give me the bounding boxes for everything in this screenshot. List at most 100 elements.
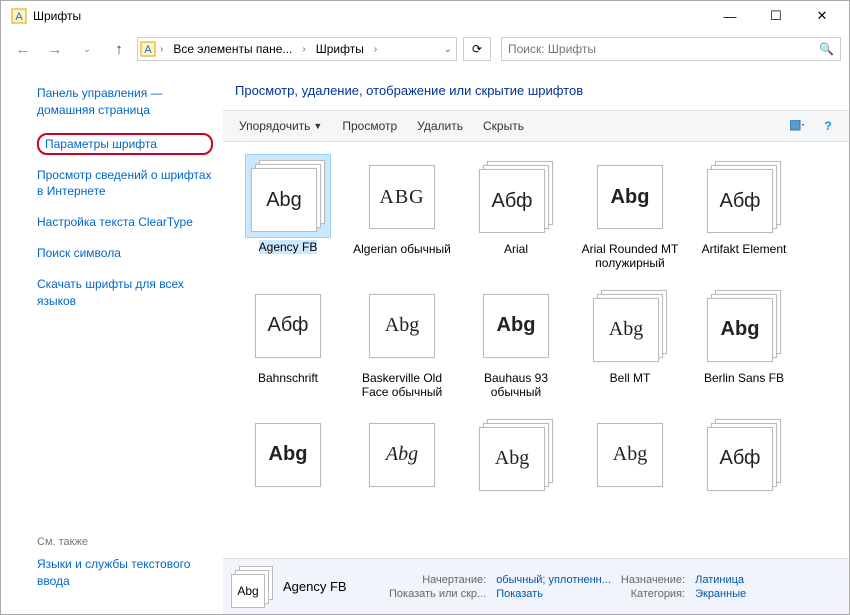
font-label: Artifakt Element — [702, 242, 787, 256]
font-preview-text: Abg — [269, 443, 308, 466]
font-item[interactable]: Abg — [573, 412, 687, 500]
chevron-down-icon: ▼ — [313, 121, 322, 131]
font-label: Berlin Sans FB — [704, 371, 784, 385]
details-font-name: Agency FB — [283, 579, 363, 594]
details-thumbnail: Abg — [231, 566, 273, 608]
minimize-button[interactable]: — — [707, 1, 753, 31]
sidebar-link-font-settings[interactable]: Параметры шрифта — [37, 133, 213, 155]
chevron-right-icon[interactable]: › — [300, 44, 307, 55]
font-preview-text: Abg — [613, 443, 647, 466]
address-dropdown-icon[interactable]: ⌄ — [442, 44, 454, 55]
font-item[interactable]: Abg Arial Rounded MT полужирный — [573, 154, 687, 271]
font-item[interactable]: Abg Berlin Sans FB — [687, 283, 801, 400]
refresh-button[interactable]: ⟳ — [463, 37, 491, 61]
chevron-right-icon[interactable]: › — [158, 44, 165, 55]
forward-button: → — [41, 35, 69, 63]
font-thumbnail: Абф — [251, 290, 325, 362]
sidebar-see-also-label: См. также — [37, 536, 213, 548]
chevron-right-icon[interactable]: › — [372, 44, 379, 55]
font-item[interactable]: Abg — [345, 412, 459, 500]
hide-button[interactable]: Скрыть — [475, 115, 532, 137]
font-thumbnail: Абф — [479, 161, 553, 233]
search-icon[interactable]: 🔍 — [819, 42, 834, 56]
font-thumbnail: Abg — [707, 290, 781, 362]
font-item[interactable]: Abg — [231, 412, 345, 500]
font-thumbnail: Abg — [593, 161, 667, 233]
font-preview-text: ABG — [379, 186, 424, 209]
font-preview-text: Абф — [719, 447, 760, 470]
font-preview-text: Abg — [385, 314, 419, 337]
font-item[interactable]: Абф Artifakt Element — [687, 154, 801, 271]
font-item[interactable]: Абф — [687, 412, 801, 500]
toolbar: Упорядочить▼ Просмотр Удалить Скрыть ? — [223, 110, 849, 142]
font-label: Arial — [504, 242, 528, 256]
font-preview-text: Abg — [266, 189, 302, 212]
svg-text:A: A — [144, 44, 152, 56]
font-preview-text: Abg — [721, 318, 760, 341]
font-label: Arial Rounded MT полужирный — [576, 242, 684, 271]
font-preview-text: Абф — [719, 190, 760, 213]
font-preview-text: Abg — [495, 447, 529, 470]
svg-text:A: A — [15, 11, 23, 23]
help-button[interactable]: ? — [815, 114, 841, 138]
breadcrumb-seg-2[interactable]: Шрифты — [310, 40, 370, 58]
font-thumbnail: Abg — [593, 419, 667, 491]
details-pane: Abg Agency FB Начертание: обычный; уплот… — [223, 558, 849, 614]
details-key: Начертание: — [389, 574, 486, 586]
font-grid: Abg Agency FB ABG Algerian обычный Абф Arial A… — [223, 142, 849, 558]
sidebar-link-download-all[interactable]: Скачать шрифты для всех языков — [37, 276, 213, 310]
sidebar: Панель управления — домашняя страница Па… — [1, 67, 223, 614]
font-item[interactable]: Abg Agency FB — [231, 154, 345, 271]
delete-button[interactable]: Удалить — [409, 115, 471, 137]
sidebar-link-info-online[interactable]: Просмотр сведений о шрифтах в Интернете — [37, 167, 213, 201]
back-button[interactable]: ← — [9, 35, 37, 63]
titlebar: A Шрифты — ☐ ✕ — [1, 1, 849, 31]
view-options-button[interactable] — [785, 114, 811, 138]
sidebar-link-text-services[interactable]: Языки и службы текстового ввода — [37, 556, 213, 590]
preview-button[interactable]: Просмотр — [334, 115, 405, 137]
font-item[interactable]: Абф Arial — [459, 154, 573, 271]
sidebar-link-home[interactable]: Панель управления — домашняя страница — [37, 85, 213, 119]
font-preview-text: Abg — [386, 443, 418, 466]
details-value: Показать — [496, 588, 611, 600]
font-item[interactable]: Abg — [459, 412, 573, 500]
font-item[interactable]: Abg Baskerville Old Face обычный — [345, 283, 459, 400]
up-button[interactable]: ↑ — [105, 35, 133, 63]
font-preview-text: Abg — [611, 186, 650, 209]
details-value: Латиница — [695, 574, 746, 586]
font-item[interactable]: ABG Algerian обычный — [345, 154, 459, 271]
font-thumbnail: Abg — [251, 160, 325, 232]
sidebar-link-find-char[interactable]: Поиск символа — [37, 245, 213, 262]
font-thumbnail: Abg — [251, 419, 325, 491]
organize-button[interactable]: Упорядочить▼ — [231, 115, 330, 137]
details-value: обычный; уплотненн... — [496, 574, 611, 586]
details-key: Категория: — [621, 588, 685, 600]
font-label: Baskerville Old Face обычный — [348, 371, 456, 400]
font-preview-text: Абф — [267, 314, 308, 337]
font-item[interactable]: АбфBahnschrift — [231, 283, 345, 400]
font-label: Bell MT — [610, 371, 651, 385]
details-key: Показать или скр... — [389, 588, 486, 600]
address-bar[interactable]: A › Все элементы пане... › Шрифты › ⌄ — [137, 37, 457, 61]
font-label: Algerian обычный — [353, 242, 451, 256]
page-heading: Просмотр, удаление, отображение или скры… — [223, 67, 849, 110]
font-label: Agency FB — [259, 240, 318, 254]
details-key: Назначение: — [621, 574, 685, 586]
close-button[interactable]: ✕ — [799, 1, 845, 31]
search-input[interactable] — [508, 42, 819, 56]
font-thumbnail: Abg — [365, 290, 439, 362]
font-item[interactable]: AbgBauhaus 93 обычный — [459, 283, 573, 400]
fonts-app-icon: A — [11, 8, 27, 24]
window-title: Шрифты — [33, 9, 707, 23]
breadcrumb-seg-1[interactable]: Все элементы пане... — [167, 40, 298, 58]
font-label: Bauhaus 93 обычный — [462, 371, 570, 400]
search-box[interactable]: 🔍 — [501, 37, 841, 61]
font-thumbnail: Abg — [593, 290, 667, 362]
sidebar-link-cleartype[interactable]: Настройка текста ClearType — [37, 214, 213, 231]
font-preview-text: Абф — [491, 190, 532, 213]
font-item[interactable]: Abg Bell MT — [573, 283, 687, 400]
font-preview-text: Abg — [609, 318, 643, 341]
recent-dropdown[interactable]: ⌄ — [73, 35, 101, 63]
maximize-button[interactable]: ☐ — [753, 1, 799, 31]
font-thumbnail: Abg — [479, 419, 553, 491]
